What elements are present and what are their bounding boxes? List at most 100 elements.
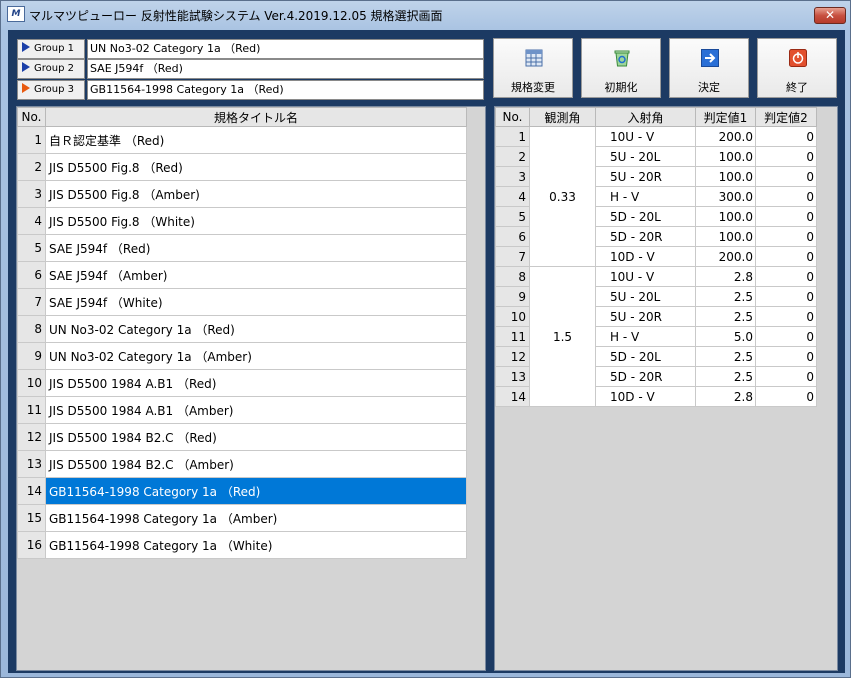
row-number: 1	[495, 126, 530, 147]
window-title: マルマツピューロー 反射性能試験システム Ver.4.2019.12.05 規格…	[29, 9, 443, 23]
table-row[interactable]: 1 0.33 10U - V 200.0 0	[495, 126, 817, 267]
col-header-title[interactable]: 規格タイトル名	[45, 107, 467, 127]
arrow-right-icon	[701, 49, 719, 67]
table-row[interactable]: 8 1.5 10U - V 2.8 0	[495, 266, 817, 407]
incidence-angle-cell: H - V	[595, 326, 696, 347]
value-2-cell: 0	[755, 126, 817, 147]
criteria-table: No. 観測角 入射角 判定値1 判定値2 1 0.33 10U - V 200.0 0…	[495, 107, 817, 407]
standard-title-cell[interactable]: JIS D5500 Fig.8 （Red)	[45, 153, 467, 181]
table-row[interactable]: 9 UN No3-02 Category 1a （Amber)	[17, 342, 467, 370]
value-2-cell: 0	[755, 306, 817, 327]
table-row[interactable]: 8 UN No3-02 Category 1a （Red)	[17, 315, 467, 343]
group-1-button[interactable]: Group 1	[17, 39, 85, 59]
col-header-no[interactable]: No.	[495, 107, 530, 127]
table-row[interactable]: 11 JIS D5500 1984 A.B1 （Amber)	[17, 396, 467, 424]
incidence-angle-cell: 10D - V	[595, 246, 696, 267]
row-number: 6	[17, 261, 46, 289]
value-2-cell: 0	[755, 166, 817, 187]
standard-title-cell[interactable]: UN No3-02 Category 1a （Amber)	[45, 342, 467, 370]
group-2-label: Group 2	[34, 63, 74, 74]
table-row[interactable]: 7 SAE J594f （White)	[17, 288, 467, 316]
value-2-cell: 0	[755, 266, 817, 287]
standard-title-cell[interactable]: UN No3-02 Category 1a （Red)	[45, 315, 467, 343]
client-area: Group 1 UN No3-02 Category 1a （Red) Grou…	[8, 30, 845, 673]
row-number: 11	[17, 396, 46, 424]
incidence-angle-cell: 5D - 20R	[595, 366, 696, 387]
value-1-cell: 2.8	[695, 266, 756, 287]
incidence-angle-cell: 5U - 20R	[595, 306, 696, 327]
row-number: 2	[495, 146, 530, 167]
table-row[interactable]: 2 JIS D5500 Fig.8 （Red)	[17, 153, 467, 181]
value-2-cell: 0	[755, 186, 817, 207]
value-2-cell: 0	[755, 346, 817, 367]
row-number: 1	[17, 126, 46, 154]
play-arrow-icon	[22, 83, 30, 93]
value-2-cell: 0	[755, 286, 817, 307]
row-number: 4	[495, 186, 530, 207]
standard-change-button[interactable]: 規格変更	[493, 38, 573, 98]
table-row[interactable]: 1 自Ｒ認定基準 （Red)	[17, 126, 467, 154]
table-row[interactable]: 4 JIS D5500 Fig.8 （White)	[17, 207, 467, 235]
initialize-button[interactable]: 初期化	[581, 38, 661, 98]
decide-label: 決定	[698, 81, 720, 94]
row-number: 10	[17, 369, 46, 397]
value-1-cell: 100.0	[695, 146, 756, 167]
standard-title-cell[interactable]: SAE J594f （Red)	[45, 234, 467, 262]
standard-title-cell[interactable]: JIS D5500 Fig.8 （Amber)	[45, 180, 467, 208]
standard-title-cell[interactable]: GB11564-1998 Category 1a （Red)	[45, 477, 467, 505]
table-row[interactable]: 6 SAE J594f （Amber)	[17, 261, 467, 289]
value-1-cell: 2.5	[695, 306, 756, 327]
criteria-panel[interactable]: No. 観測角 入射角 判定値1 判定値2 1 0.33 10U - V 200.0 0…	[494, 106, 838, 671]
col-header-value-1[interactable]: 判定値1	[695, 107, 756, 127]
incidence-angle-cell: 10U - V	[595, 266, 696, 287]
row-number: 12	[17, 423, 46, 451]
row-number: 9	[495, 286, 530, 307]
standard-title-cell[interactable]: SAE J594f （White)	[45, 288, 467, 316]
col-header-value-2[interactable]: 判定値2	[755, 107, 817, 127]
value-2-cell: 0	[755, 326, 817, 347]
row-number: 7	[495, 246, 530, 267]
standard-title-cell[interactable]: GB11564-1998 Category 1a （Amber)	[45, 504, 467, 532]
row-number: 5	[495, 206, 530, 227]
observation-angle-cell: 1.5	[529, 266, 596, 407]
table-row[interactable]: 12 JIS D5500 1984 B2.C （Red)	[17, 423, 467, 451]
value-1-cell: 200.0	[695, 126, 756, 147]
row-number: 3	[495, 166, 530, 187]
table-row[interactable]: 5 SAE J594f （Red)	[17, 234, 467, 262]
standard-title-cell[interactable]: GB11564-1998 Category 1a （White)	[45, 531, 467, 559]
table-row[interactable]: 10 JIS D5500 1984 A.B1 （Red)	[17, 369, 467, 397]
standard-title-cell[interactable]: JIS D5500 1984 A.B1 （Red)	[45, 369, 467, 397]
decide-button[interactable]: 決定	[669, 38, 749, 98]
standard-title-cell[interactable]: SAE J594f （Amber)	[45, 261, 467, 289]
col-header-no[interactable]: No.	[17, 107, 46, 127]
standard-title-cell[interactable]: 自Ｒ認定基準 （Red)	[45, 126, 467, 154]
col-header-incidence-angle[interactable]: 入射角	[595, 107, 696, 127]
close-button[interactable]: ✕	[814, 7, 846, 24]
standard-title-cell[interactable]: JIS D5500 Fig.8 （White)	[45, 207, 467, 235]
value-2-cell: 0	[755, 206, 817, 227]
standard-title-cell[interactable]: JIS D5500 1984 B2.C （Red)	[45, 423, 467, 451]
recycle-bin-icon	[614, 50, 630, 67]
value-1-cell: 5.0	[695, 326, 756, 347]
table-row[interactable]: 14 GB11564-1998 Category 1a （Red)	[17, 477, 467, 505]
exit-button[interactable]: 終了	[757, 38, 837, 98]
standard-title-cell[interactable]: JIS D5500 1984 A.B1 （Amber)	[45, 396, 467, 424]
incidence-angle-cell: 5D - 20L	[595, 346, 696, 367]
row-number: 3	[17, 180, 46, 208]
group-3-value: GB11564-1998 Category 1a （Red)	[87, 80, 484, 100]
incidence-angle-cell: 5D - 20L	[595, 206, 696, 227]
standard-title-cell[interactable]: JIS D5500 1984 B2.C （Amber)	[45, 450, 467, 478]
table-row[interactable]: 3 JIS D5500 Fig.8 （Amber)	[17, 180, 467, 208]
title-bar[interactable]: M マルマツピューロー 反射性能試験システム Ver.4.2019.12.05 …	[1, 1, 850, 29]
initialize-label: 初期化	[604, 81, 638, 94]
row-number: 7	[17, 288, 46, 316]
group-2-button[interactable]: Group 2	[17, 59, 85, 79]
table-row[interactable]: 15 GB11564-1998 Category 1a （Amber)	[17, 504, 467, 532]
standard-list-panel[interactable]: No. 規格タイトル名 1 自Ｒ認定基準 （Red) 2 JIS D5500 Fig.…	[16, 106, 486, 671]
group-3-button[interactable]: Group 3	[17, 80, 85, 100]
row-number: 9	[17, 342, 46, 370]
table-row[interactable]: 16 GB11564-1998 Category 1a （White)	[17, 531, 467, 559]
table-row[interactable]: 13 JIS D5500 1984 B2.C （Amber)	[17, 450, 467, 478]
col-header-observation-angle[interactable]: 観測角	[529, 107, 596, 127]
group-1-value: UN No3-02 Category 1a （Red)	[87, 39, 484, 59]
